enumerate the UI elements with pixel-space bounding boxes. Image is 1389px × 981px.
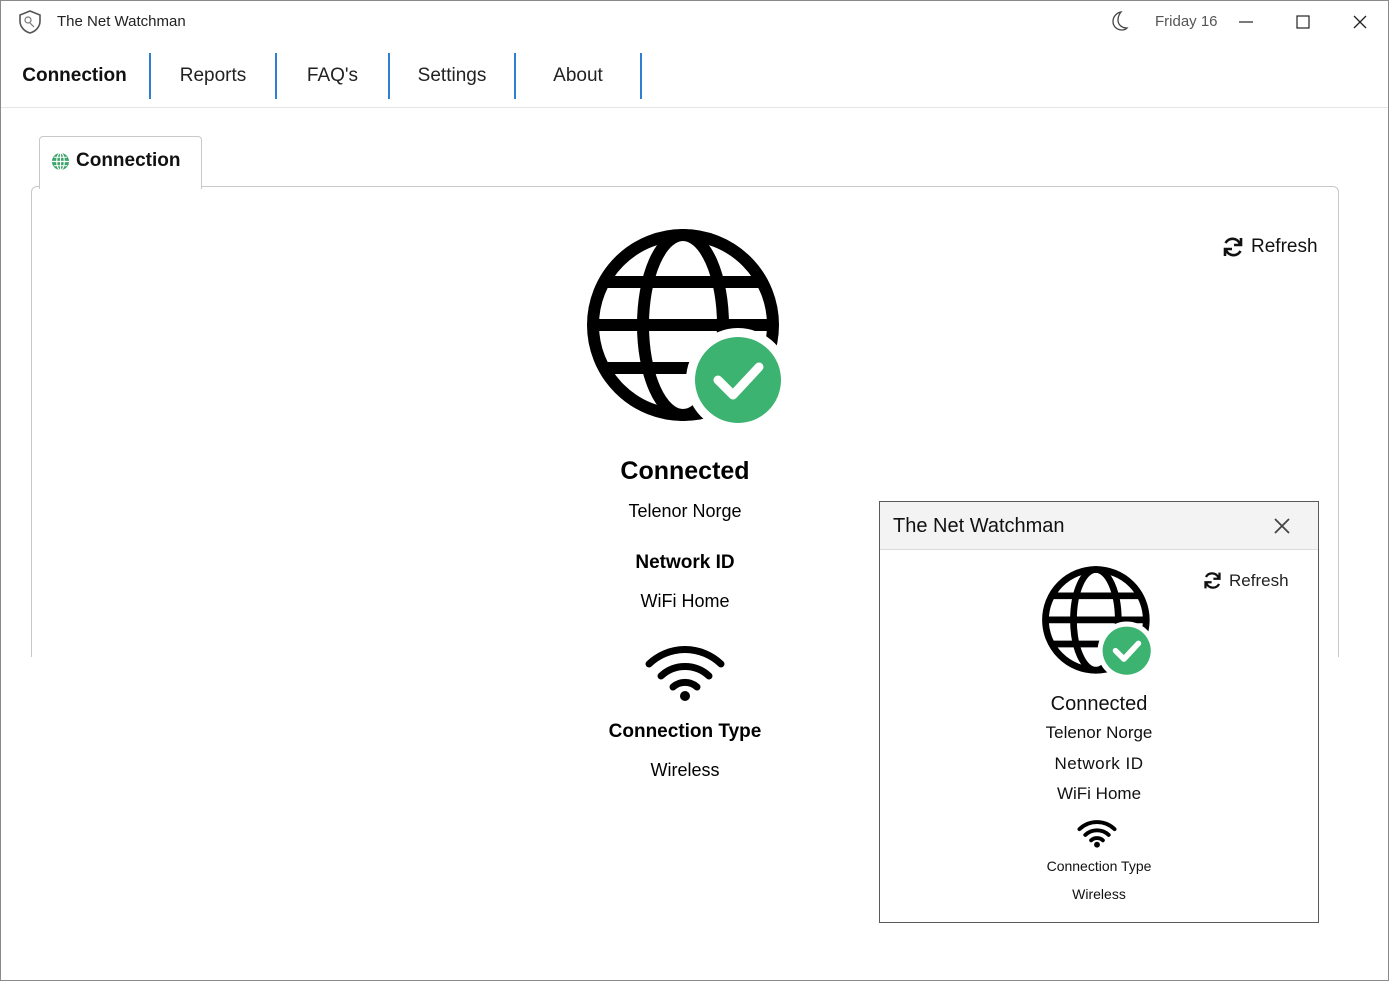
network-id-value: WiFi Home bbox=[640, 591, 730, 611]
wifi-icon bbox=[1077, 820, 1117, 848]
isp-label: Telenor Norge bbox=[628, 501, 742, 521]
close-icon[interactable] bbox=[1272, 516, 1292, 536]
globe-icon bbox=[51, 152, 70, 171]
app-window: The Net Watchman Friday 16 Connection Re… bbox=[0, 0, 1389, 981]
popup-network-id-heading: Network ID bbox=[1054, 754, 1144, 773]
refresh-icon bbox=[1204, 572, 1221, 589]
nav-item-faqs[interactable]: FAQ's bbox=[277, 43, 388, 99]
popup-refresh-label: Refresh bbox=[1229, 570, 1289, 590]
minimize-button[interactable] bbox=[1223, 1, 1269, 43]
globe-check-icon bbox=[587, 229, 785, 427]
nav-item-connection[interactable]: Connection bbox=[1, 43, 148, 99]
status-label: Connected bbox=[620, 457, 750, 485]
tab-label: Connection bbox=[76, 150, 181, 171]
nav-separator bbox=[640, 53, 642, 99]
popup-title: The Net Watchman bbox=[893, 515, 1065, 537]
close-icon bbox=[1353, 15, 1367, 29]
popup-header: The Net Watchman bbox=[880, 502, 1318, 550]
popup-network-id-value: WiFi Home bbox=[1056, 784, 1142, 803]
tab-connection[interactable]: Connection bbox=[39, 136, 202, 189]
maximize-icon bbox=[1296, 15, 1310, 29]
nav-item-about[interactable]: About bbox=[516, 43, 640, 99]
connection-type-heading: Connection Type bbox=[608, 721, 762, 742]
minimize-icon bbox=[1239, 21, 1253, 23]
maximize-button[interactable] bbox=[1280, 1, 1326, 43]
refresh-icon bbox=[1223, 237, 1243, 257]
popup-connection-type-value: Wireless bbox=[1072, 886, 1126, 902]
date-label: Friday 16 bbox=[1155, 13, 1218, 30]
globe-check-icon bbox=[1042, 566, 1153, 677]
connection-type-value: Wireless bbox=[650, 760, 720, 780]
popup-status-label: Connected bbox=[1050, 693, 1148, 715]
refresh-button[interactable]: Refresh bbox=[1221, 235, 1318, 259]
wifi-icon bbox=[645, 646, 725, 701]
main-nav: Connection Reports FAQ's Settings About bbox=[1, 43, 1388, 108]
nav-item-reports[interactable]: Reports bbox=[151, 43, 275, 99]
refresh-label: Refresh bbox=[1251, 236, 1318, 257]
notification-popup: The Net Watchman Refresh Connected Telen… bbox=[879, 501, 1319, 923]
app-title: The Net Watchman bbox=[57, 13, 186, 30]
nav-item-settings[interactable]: Settings bbox=[390, 43, 514, 99]
popup-isp-label: Telenor Norge bbox=[1045, 723, 1153, 742]
shield-icon bbox=[19, 10, 41, 34]
popup-refresh-button[interactable]: Refresh bbox=[1202, 570, 1289, 591]
moon-icon[interactable] bbox=[1109, 10, 1129, 32]
close-button[interactable] bbox=[1337, 1, 1383, 43]
popup-connection-type-heading: Connection Type bbox=[1046, 858, 1152, 874]
title-bar: The Net Watchman Friday 16 bbox=[1, 1, 1388, 43]
network-id-heading: Network ID bbox=[635, 552, 735, 573]
